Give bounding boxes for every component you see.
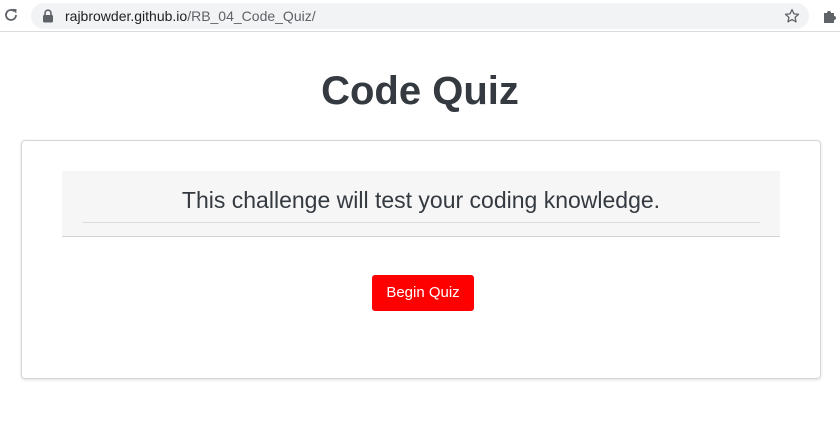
url-text[interactable]: rajbrowder.github.io/RB_04_Code_Quiz/ [65, 8, 316, 24]
url-host: rajbrowder.github.io [65, 8, 188, 24]
browser-toolbar: rajbrowder.github.io/RB_04_Code_Quiz/ [0, 0, 840, 32]
reload-icon[interactable] [3, 7, 19, 23]
extensions-icon[interactable] [822, 7, 840, 25]
address-bar[interactable]: rajbrowder.github.io/RB_04_Code_Quiz/ [31, 3, 809, 29]
quiz-card: This challenge will test your coding kno… [21, 140, 821, 379]
begin-quiz-button[interactable]: Begin Quiz [372, 275, 474, 311]
star-icon[interactable] [783, 7, 801, 25]
divider [82, 222, 760, 223]
intro-jumbotron: This challenge will test your coding kno… [62, 171, 780, 237]
url-path: /RB_04_Code_Quiz/ [187, 8, 316, 24]
lock-icon[interactable] [42, 9, 54, 23]
page-title: Code Quiz [321, 69, 519, 113]
intro-text: This challenge will test your coding kno… [181, 187, 661, 213]
